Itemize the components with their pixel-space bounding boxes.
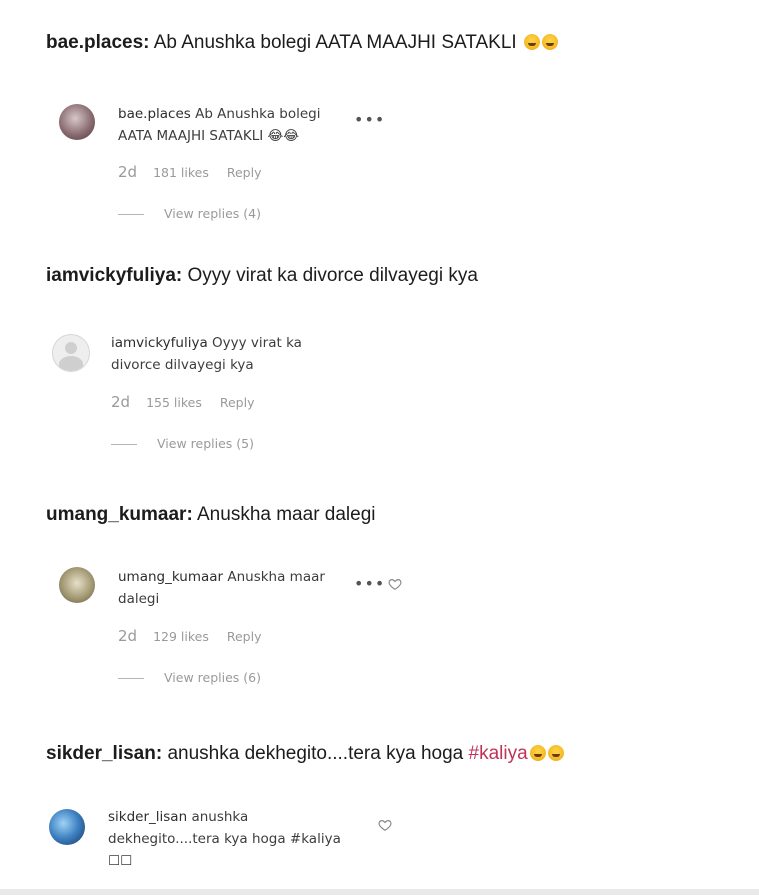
- likes-count[interactable]: 155 likes: [146, 395, 202, 410]
- comment-username[interactable]: umang_kumaar: [118, 569, 223, 585]
- view-replies-link[interactable]: View replies (6): [118, 670, 261, 685]
- comment-body-line2: divorce dilvayegi kya: [111, 357, 254, 373]
- avatar-placeholder-icon[interactable]: [52, 334, 90, 372]
- replies-divider: [118, 678, 144, 679]
- comment-text: bae.places Ab Anushka bolegi AATA MAAJHI…: [118, 103, 320, 147]
- view-replies-label[interactable]: View replies (4): [164, 206, 261, 221]
- comment-body-line1: anushka: [187, 809, 249, 825]
- reply-button[interactable]: Reply: [220, 395, 255, 410]
- headline-text: anushka dekhegito....tera kya hoga: [162, 743, 469, 764]
- comment-body-line2: dekhegito....tera kya hoga #kaliya: [108, 831, 341, 847]
- comment-username[interactable]: iamvickyfuliya: [111, 335, 208, 351]
- comment-age: 2d: [111, 393, 131, 411]
- headline-comment: sikder_lisan: anushka dekhegito....tera …: [46, 743, 564, 765]
- headline-text: Anuskha maar dalegi: [192, 504, 376, 525]
- comment-username[interactable]: sikder_lisan: [108, 809, 187, 825]
- replies-divider: [111, 444, 137, 445]
- comment-meta: 2d 155 likes Reply: [111, 393, 254, 411]
- laughing-tears-emoji-icon: [523, 34, 540, 50]
- comment-username[interactable]: bae.places: [118, 106, 191, 122]
- headline-text: Oyyy virat ka divorce dilvayegi kya: [182, 265, 478, 286]
- more-options-icon[interactable]: •••: [354, 110, 385, 129]
- comment-body-line2: dalegi: [118, 591, 160, 607]
- heart-icon[interactable]: [378, 818, 392, 832]
- comment-meta: 2d 129 likes Reply: [118, 627, 261, 645]
- avatar[interactable]: [59, 104, 95, 140]
- comment-meta: 2d 181 likes Reply: [118, 163, 261, 181]
- avatar[interactable]: [59, 567, 95, 603]
- comment-text: iamvickyfuliya Oyyy virat ka divorce dil…: [111, 332, 302, 376]
- reply-button[interactable]: Reply: [227, 165, 262, 180]
- headline-text: Ab Anushka bolegi AATA MAAJHI SATAKLI: [149, 32, 522, 53]
- rolling-laughing-emoji-icon: [547, 745, 564, 761]
- comment-body-line3: ☐☐: [108, 853, 133, 869]
- view-replies-label[interactable]: View replies (5): [157, 436, 254, 451]
- bottom-divider: [0, 889, 759, 895]
- comment-body-line1: Ab Anushka bolegi: [190, 106, 321, 122]
- headline-comment: bae.places: Ab Anushka bolegi AATA MAAJH…: [46, 32, 558, 54]
- comment-body-line2: AATA MAAJHI SATAKLI 😂😂: [118, 128, 300, 144]
- headline-comment: iamvickyfuliya: Oyyy virat ka divorce di…: [46, 265, 478, 287]
- headline-username: iamvickyfuliya:: [46, 265, 183, 286]
- more-options-icon[interactable]: •••: [354, 574, 385, 593]
- headline-comment: umang_kumaar: Anuskha maar dalegi: [46, 504, 376, 526]
- comment-text: umang_kumaar Anuskha maar dalegi: [118, 566, 325, 610]
- comment-screenshot-collage: bae.places: Ab Anushka bolegi AATA MAAJH…: [0, 0, 759, 895]
- comment-body-line1: Oyyy virat ka: [207, 335, 302, 351]
- view-replies-link[interactable]: View replies (5): [111, 436, 254, 451]
- comment-age: 2d: [118, 163, 138, 181]
- comment-text: sikder_lisan anushka dekhegito....tera k…: [108, 806, 341, 872]
- view-replies-link[interactable]: View replies (4): [118, 206, 261, 221]
- likes-count[interactable]: 181 likes: [153, 165, 209, 180]
- heart-icon[interactable]: [388, 577, 402, 591]
- replies-divider: [118, 214, 144, 215]
- likes-count[interactable]: 129 likes: [153, 629, 209, 644]
- headline-username: bae.places:: [46, 32, 150, 53]
- avatar[interactable]: [49, 809, 85, 845]
- view-replies-label[interactable]: View replies (6): [164, 670, 261, 685]
- reply-button[interactable]: Reply: [227, 629, 262, 644]
- headline-username: umang_kumaar:: [46, 504, 193, 525]
- hashtag-link[interactable]: #kaliya: [469, 743, 528, 764]
- comment-age: 2d: [118, 627, 138, 645]
- laughing-tears-emoji-icon: [541, 34, 558, 50]
- rolling-laughing-emoji-icon: [529, 745, 546, 761]
- headline-username: sikder_lisan:: [46, 743, 163, 764]
- comment-body-line1: Anuskha maar: [223, 569, 325, 585]
